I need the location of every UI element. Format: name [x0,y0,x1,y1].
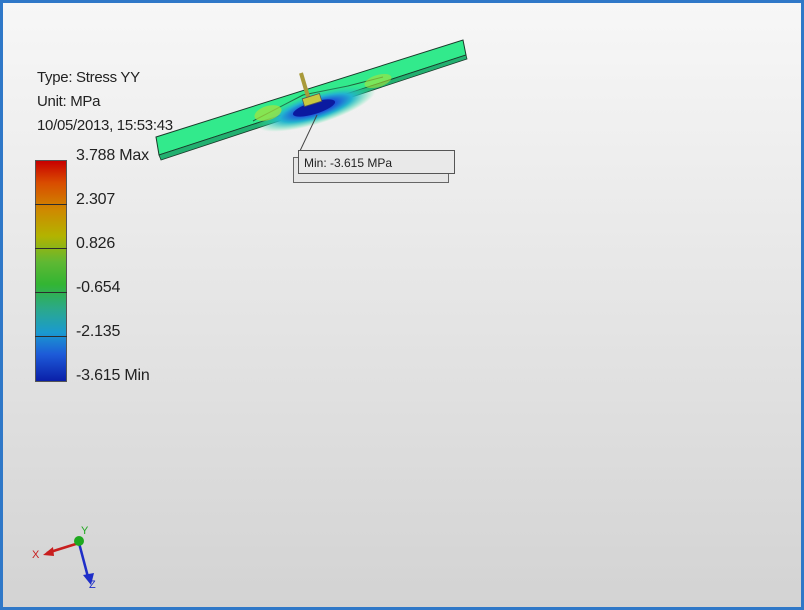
result-info: Type: Stress YY Unit: MPa 10/05/2013, 15… [37,66,173,138]
min-probe-label[interactable]: Min: -3.615 MPa [298,150,455,174]
legend-tick-label: -0.654 [76,279,121,296]
color-legend-bar [35,160,67,382]
result-date: 10/05/2013, 15:53:43 [37,117,173,134]
axis-z-label: Z [89,579,96,591]
legend-tick [35,336,67,337]
legend-max-label: 3.788 Max [76,147,149,164]
result-type: Type: Stress YY [37,69,140,86]
axis-y-label: Y [81,525,89,537]
legend-tick-label: 0.826 [76,235,116,252]
legend-tick [35,204,67,205]
legend-tick [35,292,67,293]
legend-min-label: -3.615 Min [76,367,150,384]
axis-x-label: X [32,549,40,561]
legend-tick [35,248,67,249]
axis-triad [43,536,94,585]
legend-tick-label: -2.135 [76,323,121,340]
legend-tick-label: 2.307 [76,191,116,208]
result-unit: Unit: MPa [37,93,101,110]
graphics-viewport[interactable]: Type: Stress YY Unit: MPa 10/05/2013, 15… [0,0,804,610]
